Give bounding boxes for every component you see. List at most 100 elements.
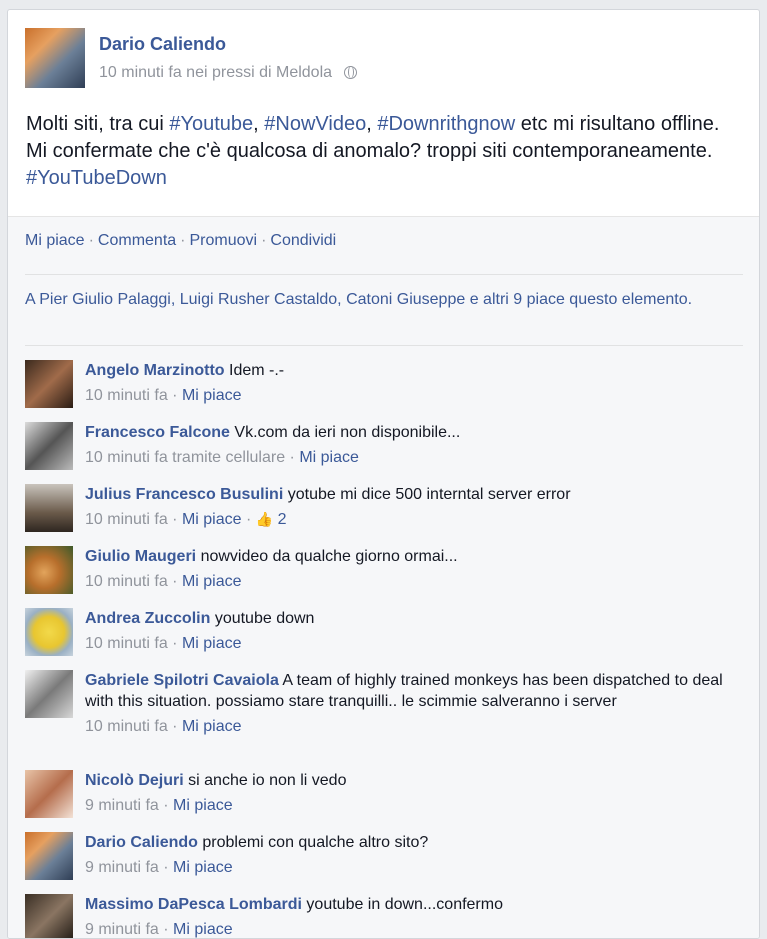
- comment-line: Dario Caliendo problemi con qualche altr…: [85, 832, 735, 853]
- commenter-avatar[interactable]: [25, 832, 73, 880]
- commenter-avatar[interactable]: [25, 546, 73, 594]
- comment-body: Francesco Falcone Vk.com da ieri non dis…: [85, 422, 735, 468]
- comment-body: Massimo DaPesca Lombardi youtube in down…: [85, 894, 735, 938]
- post-time[interactable]: 10 minuti fa: [99, 64, 182, 81]
- comment-text: si anche io non li vedo: [188, 772, 347, 789]
- comment-body: Andrea Zuccolin youtube down 10 minuti f…: [85, 608, 735, 654]
- comment-like-link[interactable]: Mi piace: [182, 511, 242, 528]
- divider: [25, 274, 743, 275]
- commenter-avatar[interactable]: [25, 770, 73, 818]
- comment-text: Vk.com da ieri non disponibile...: [234, 424, 461, 441]
- hashtag-nowvideo[interactable]: #NowVideo: [264, 113, 366, 135]
- separator: ·: [261, 232, 267, 249]
- post-text-part: Molti siti, tra cui: [26, 113, 170, 135]
- comment-meta: 10 minuti fa · Mi piace: [85, 718, 242, 735]
- likes-summary[interactable]: A Pier Giulio Palaggi, Luigi Rusher Cast…: [25, 289, 725, 310]
- commenter-avatar[interactable]: [25, 894, 73, 938]
- like-link[interactable]: Mi piace: [25, 232, 85, 249]
- comment-line: Nicolò Dejuri si anche io non li vedo: [85, 770, 735, 791]
- comment-time[interactable]: 9 minuti fa: [85, 859, 159, 876]
- author-avatar[interactable]: [25, 28, 85, 88]
- commenter-name[interactable]: Francesco Falcone: [85, 424, 230, 441]
- comment-like-link[interactable]: Mi piace: [299, 449, 359, 466]
- like-count[interactable]: 2: [278, 511, 287, 528]
- promote-link[interactable]: Promuovi: [189, 232, 257, 249]
- location-prefix: nei pressi di: [186, 64, 272, 81]
- commenter-avatar[interactable]: [25, 360, 73, 408]
- comment-line: Francesco Falcone Vk.com da ieri non dis…: [85, 422, 735, 443]
- comment-like-link[interactable]: Mi piace: [173, 797, 233, 814]
- commenter-name[interactable]: Andrea Zuccolin: [85, 610, 210, 627]
- commenter-name[interactable]: Dario Caliendo: [85, 834, 198, 851]
- comment-body: Dario Caliendo problemi con qualche altr…: [85, 832, 735, 878]
- comment-body: Giulio Maugeri nowvideo da qualche giorn…: [85, 546, 735, 592]
- comment-time[interactable]: 10 minuti fa: [85, 635, 168, 652]
- commenter-name[interactable]: Giulio Maugeri: [85, 548, 196, 565]
- hashtag-downrithgnow[interactable]: #Downrithgnow: [377, 113, 515, 135]
- comment-link[interactable]: Commenta: [98, 232, 176, 249]
- comment-text: youtube in down...confermo: [306, 896, 503, 913]
- comment-time[interactable]: 10 minuti fa tramite cellulare: [85, 449, 285, 466]
- comment-time[interactable]: 10 minuti fa: [85, 387, 168, 404]
- comment-line: Andrea Zuccolin youtube down: [85, 608, 735, 629]
- thumbs-up-icon[interactable]: 👍: [256, 511, 273, 527]
- comment-like-link[interactable]: Mi piace: [182, 718, 242, 735]
- comment-text: Idem -.-: [229, 362, 285, 379]
- comment-like-link[interactable]: Mi piace: [182, 635, 242, 652]
- comment-body: Nicolò Dejuri si anche io non li vedo 9 …: [85, 770, 735, 816]
- comment-line: Massimo DaPesca Lombardi youtube in down…: [85, 894, 735, 915]
- post-meta: 10 minuti fa nei pressi di Meldola: [99, 64, 358, 82]
- divider: [25, 345, 743, 346]
- comment-meta: 10 minuti fa tramite cellulare · Mi piac…: [85, 449, 359, 466]
- comment-line: Julius Francesco Busulini yotube mi dice…: [85, 484, 735, 505]
- commenter-name[interactable]: Angelo Marzinotto: [85, 362, 225, 379]
- comment-time[interactable]: 10 minuti fa: [85, 511, 168, 528]
- separator: ·: [88, 232, 94, 249]
- comment-meta: 10 minuti fa · Mi piace · 👍 2: [85, 511, 287, 528]
- comment-line: Angelo Marzinotto Idem -.-: [85, 360, 735, 381]
- hashtag-youtubedown[interactable]: #YouTubeDown: [26, 167, 167, 189]
- comment-text: nowvideo da qualche giorno ormai...: [200, 548, 458, 565]
- comment-line: Giulio Maugeri nowvideo da qualche giorn…: [85, 546, 735, 567]
- comment-like-link[interactable]: Mi piace: [173, 859, 233, 876]
- author-name[interactable]: Dario Caliendo: [99, 34, 226, 55]
- commenter-avatar[interactable]: [25, 484, 73, 532]
- comment-like-link[interactable]: Mi piace: [182, 387, 242, 404]
- commenter-name[interactable]: Nicolò Dejuri: [85, 772, 184, 789]
- comment-like-link[interactable]: Mi piace: [173, 921, 233, 938]
- comment-like-link[interactable]: Mi piace: [182, 573, 242, 590]
- post-location[interactable]: Meldola: [276, 64, 332, 81]
- post-text-sep: ,: [366, 113, 378, 135]
- comment-time[interactable]: 10 minuti fa: [85, 573, 168, 590]
- comment-meta: 9 minuti fa · Mi piace: [85, 797, 233, 814]
- commenter-avatar[interactable]: [25, 670, 73, 718]
- comment-time[interactable]: 9 minuti fa: [85, 797, 159, 814]
- commenter-avatar[interactable]: [25, 422, 73, 470]
- comment-meta: 10 minuti fa · Mi piace: [85, 635, 242, 652]
- comment-text: problemi con qualche altro sito?: [202, 834, 429, 851]
- commenter-name[interactable]: Massimo DaPesca Lombardi: [85, 896, 302, 913]
- comment-body: Julius Francesco Busulini yotube mi dice…: [85, 484, 735, 530]
- comment-time[interactable]: 10 minuti fa: [85, 718, 168, 735]
- comment-text: yotube mi dice 500 interntal server erro…: [287, 486, 571, 503]
- feedback-section: Mi piace · Commenta · Promuovi · Condividi A P…: [8, 216, 759, 938]
- comment-line: Gabriele Spilotri Cavaiola A team of hig…: [85, 670, 735, 712]
- comment-time[interactable]: 9 minuti fa: [85, 921, 159, 938]
- comment-text: youtube down: [214, 610, 315, 627]
- post-text-sep: ,: [253, 113, 265, 135]
- commenter-name[interactable]: Gabriele Spilotri Cavaiola: [85, 672, 279, 689]
- post-text: Molti siti, tra cui #Youtube, #NowVideo,…: [26, 111, 746, 192]
- comment-meta: 9 minuti fa · Mi piace: [85, 921, 233, 938]
- comment-meta: 9 minuti fa · Mi piace: [85, 859, 233, 876]
- separator: ·: [180, 232, 186, 249]
- comment-body: Angelo Marzinotto Idem -.- 10 minuti fa …: [85, 360, 735, 406]
- share-link[interactable]: Condividi: [270, 232, 336, 249]
- post-actions: Mi piace · Commenta · Promuovi · Condividi: [25, 232, 336, 250]
- hashtag-youtube[interactable]: #Youtube: [169, 113, 253, 135]
- comment-meta: 10 minuti fa · Mi piace: [85, 573, 242, 590]
- post-card: Dario Caliendo 10 minuti fa nei pressi d…: [7, 9, 760, 939]
- commenter-name[interactable]: Julius Francesco Busulini: [85, 486, 283, 503]
- commenter-avatar[interactable]: [25, 608, 73, 656]
- globe-icon[interactable]: [344, 66, 358, 79]
- comment-meta: 10 minuti fa · Mi piace: [85, 387, 242, 404]
